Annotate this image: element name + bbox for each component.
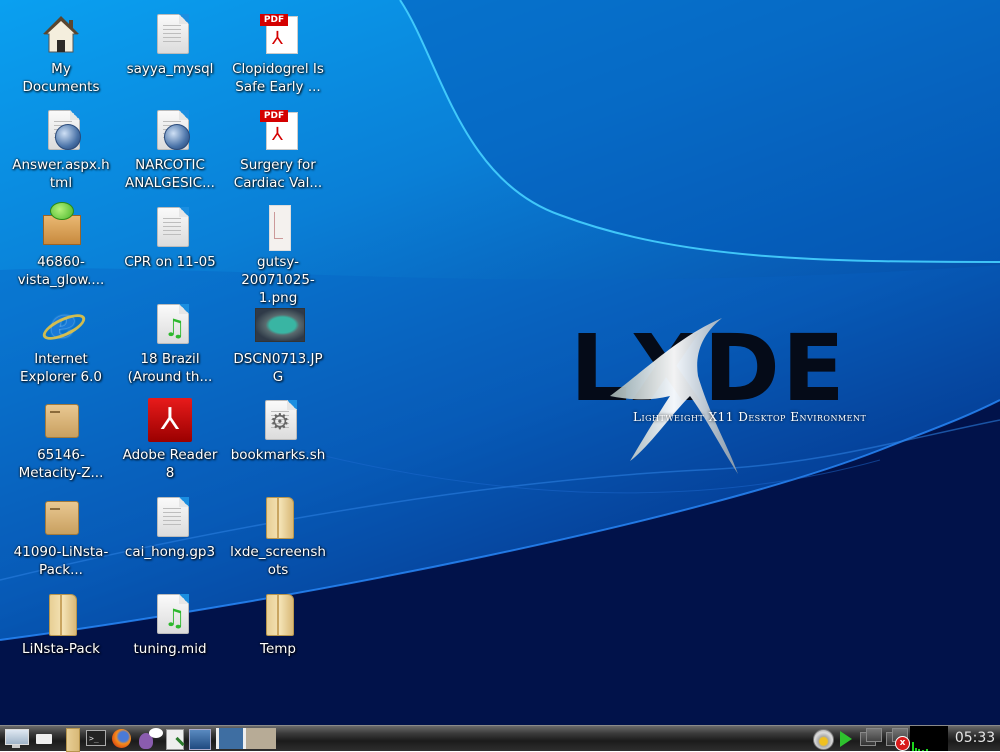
tray-network-1[interactable] xyxy=(858,728,882,750)
clock[interactable]: 05:33 xyxy=(950,726,1000,751)
archive-icon xyxy=(39,495,83,539)
audio-file-icon: ♫ xyxy=(148,302,192,346)
desktop-item-label: LiNsta-Pack xyxy=(22,641,100,657)
desktop-item-label: Adobe Reader 8 xyxy=(122,447,218,481)
desktop-item-label: Clopidogrel Is Safe Early ... xyxy=(232,61,324,95)
pdf-file-icon: PDF ⅄ xyxy=(256,12,300,56)
script-file-icon: ⚙ xyxy=(256,398,300,442)
desktop-item-label: Surgery for Cardiac Val... xyxy=(233,157,323,191)
html-file-icon xyxy=(148,108,192,152)
pager-desktop-2[interactable] xyxy=(246,728,276,749)
desktop-item[interactable]: Temp xyxy=(230,592,326,658)
text-editor-icon xyxy=(166,729,184,750)
tray-media[interactable] xyxy=(838,728,852,750)
drive-icon xyxy=(36,734,52,744)
desktop-item[interactable]: LiNsta-Pack xyxy=(12,592,110,658)
archive-icon xyxy=(39,398,83,442)
desktop-item-label: Internet Explorer 6.0 xyxy=(20,351,102,385)
desktop-item[interactable]: PDF ⅄ Clopidogrel Is Safe Early ... xyxy=(230,12,326,96)
folder-icon xyxy=(256,495,300,539)
desktop-item[interactable]: 41090-LiNsta-Pack... xyxy=(12,495,110,579)
firefox-launcher[interactable] xyxy=(111,728,133,750)
desktop-item[interactable]: cai_hong.gp3 xyxy=(122,495,218,561)
folder-icon xyxy=(256,592,300,636)
taskbar: >_ x 05:33 xyxy=(0,725,1000,752)
firefox-icon xyxy=(112,729,131,748)
desktop-item-label: 41090-LiNsta-Pack... xyxy=(13,544,109,578)
file-manager-launcher[interactable] xyxy=(64,728,80,752)
internet-explorer-icon: e xyxy=(39,302,83,346)
window-manager-launcher[interactable] xyxy=(189,728,211,750)
desktop-item-label: DSCN0713.JPG xyxy=(233,351,323,385)
terminal-launcher[interactable]: >_ xyxy=(86,728,108,750)
terminal-icon: >_ xyxy=(86,730,106,746)
tray-network-2[interactable]: x xyxy=(884,728,910,751)
desktop[interactable]: LXDE Lightweight X11 Desktop Environment… xyxy=(0,0,1000,725)
folder-icon xyxy=(66,728,80,752)
logo-tagline: Lightweight X11 Desktop Environment xyxy=(633,410,867,424)
desktop-item-label: Answer.aspx.html xyxy=(12,157,110,191)
desktop-item[interactable]: e Internet Explorer 6.0 xyxy=(12,302,110,386)
desktop-item-label: gutsy-20071025-1.png xyxy=(241,254,315,306)
tray-keyring[interactable] xyxy=(812,728,834,750)
lxde-logo: LXDE Lightweight X11 Desktop Environment xyxy=(570,316,870,476)
desktop-item[interactable]: gutsy-20071025-1.png xyxy=(230,205,326,307)
text-file-icon xyxy=(148,12,192,56)
desktop-item-label: cai_hong.gp3 xyxy=(124,544,216,560)
desktop-item-label: lxde_screenshots xyxy=(230,544,326,578)
desktop-item[interactable]: 46860-vista_glow.... xyxy=(12,202,110,289)
photo-thumbnail-icon xyxy=(255,302,305,346)
shutdown-button[interactable] xyxy=(34,728,54,750)
desktop-item-label: 46860-vista_glow.... xyxy=(17,254,105,288)
desktop-item-label: 18 Brazil (Around th... xyxy=(127,351,213,385)
desktop-item[interactable]: Answer.aspx.html xyxy=(12,108,110,192)
package-icon xyxy=(39,202,83,249)
window-icon xyxy=(189,729,211,750)
desktop-item-label: sayya_mysql xyxy=(126,61,214,77)
pidgin-launcher[interactable] xyxy=(137,728,165,750)
show-desktop-button[interactable] xyxy=(4,728,29,750)
desktop-item-label: NARCOTIC ANALGESIC... xyxy=(125,157,215,191)
desktop-item[interactable]: PDF ⅄ Surgery for Cardiac Val... xyxy=(230,108,326,192)
desktop-item[interactable]: DSCN0713.JPG xyxy=(230,302,326,386)
audio-file-icon: ♫ xyxy=(148,592,192,636)
adobe-reader-icon: ⅄ xyxy=(148,398,192,442)
text-file-icon xyxy=(148,205,192,249)
desktop-item[interactable]: lxde_screenshots xyxy=(230,495,326,579)
text-file-icon xyxy=(148,495,192,539)
logo-swoosh xyxy=(610,318,738,474)
home-icon xyxy=(39,12,83,56)
desktop-item[interactable]: NARCOTIC ANALGESIC... xyxy=(122,108,218,192)
text-editor-launcher[interactable] xyxy=(165,728,185,750)
desktop-item[interactable]: 65146-Metacity-Z... xyxy=(12,398,110,482)
desktop-item-label: Temp xyxy=(260,641,296,657)
desktop-item[interactable]: ⚙ bookmarks.sh xyxy=(230,398,326,464)
html-file-icon xyxy=(39,108,83,152)
image-thumbnail-icon xyxy=(256,205,300,251)
desktop-item-label: tuning.mid xyxy=(133,641,207,657)
desktop-item-label: bookmarks.sh xyxy=(230,447,326,463)
desktop-item[interactable]: ⅄ Adobe Reader 8 xyxy=(122,398,218,482)
desktop-item-label: My Documents xyxy=(22,61,100,95)
desktop-item-label: CPR on 11-05 xyxy=(124,254,216,270)
desktop-item[interactable]: ♫ tuning.mid xyxy=(122,592,218,658)
pager-desktop-1[interactable] xyxy=(216,728,246,749)
desktop-item[interactable]: ♫ 18 Brazil (Around th... xyxy=(122,302,218,386)
cpu-monitor[interactable] xyxy=(910,726,948,751)
desktop-item[interactable]: My Documents xyxy=(12,12,110,96)
desktop-item[interactable]: sayya_mysql xyxy=(122,12,218,78)
play-icon xyxy=(840,731,852,747)
desktop-item-label: 65146-Metacity-Z... xyxy=(18,447,104,481)
pdf-file-icon: PDF ⅄ xyxy=(256,108,300,152)
folder-icon xyxy=(39,592,83,636)
lock-icon xyxy=(813,729,834,750)
desktop-item[interactable]: CPR on 11-05 xyxy=(122,205,218,271)
